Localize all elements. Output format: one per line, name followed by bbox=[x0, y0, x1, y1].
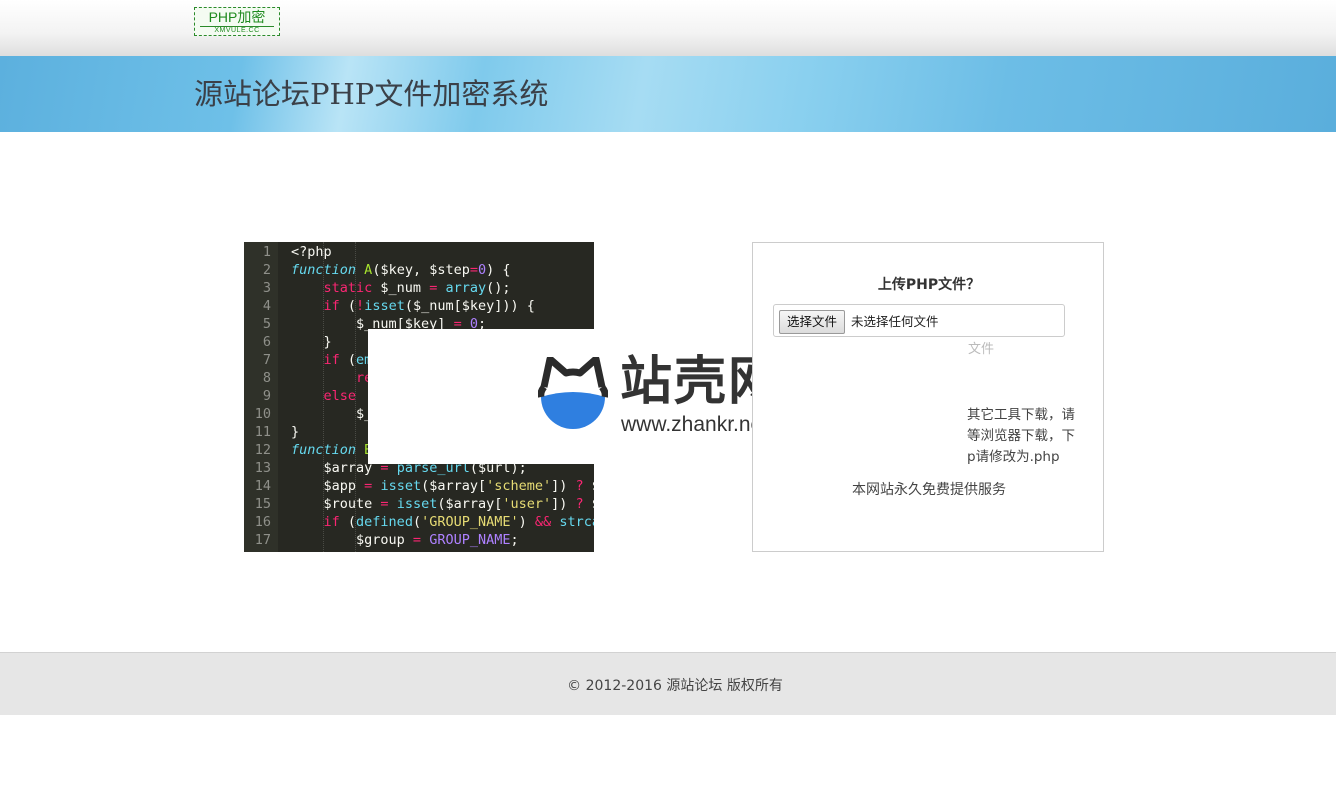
file-status-text: 未选择任何文件 bbox=[851, 314, 939, 329]
line-number: 17 bbox=[254, 532, 271, 548]
code-line: } bbox=[291, 334, 332, 350]
title-banner: 源站论坛PHP文件加密系统 bbox=[0, 56, 1336, 132]
line-number: 9 bbox=[262, 388, 271, 404]
line-number: 6 bbox=[262, 334, 271, 350]
logo-subtext: XMVULE.CC bbox=[200, 26, 274, 36]
line-number: 11 bbox=[254, 424, 271, 440]
watermark-url: www.zhankr.net bbox=[621, 413, 769, 436]
line-number: 12 bbox=[254, 442, 271, 458]
code-line: if (!isset($_num[$key])) { bbox=[323, 298, 535, 314]
line-number: 2 bbox=[262, 262, 271, 278]
note-line: p请修改为.php bbox=[967, 449, 1060, 465]
code-line: <?php bbox=[291, 244, 332, 260]
line-number: 15 bbox=[254, 496, 271, 512]
line-number: 13 bbox=[254, 460, 271, 476]
code-line: $group = GROUP_NAME; bbox=[291, 532, 519, 548]
line-number: 7 bbox=[262, 352, 271, 368]
service-note: 本网站永久免费提供服务 bbox=[852, 482, 1006, 498]
code-line: re bbox=[356, 370, 373, 386]
line-number: 4 bbox=[262, 298, 271, 314]
upload-title: 上传PHP文件？ bbox=[877, 277, 981, 293]
line-number: 16 bbox=[254, 514, 271, 530]
note-line: 等浏览器下载，下 bbox=[967, 428, 1075, 444]
line-number: 14 bbox=[254, 478, 271, 494]
copyright-text: © 2012-2016 源站论坛 版权所有 bbox=[567, 678, 783, 694]
code-line: $_ bbox=[291, 406, 373, 422]
code-line: if (em bbox=[323, 352, 373, 368]
upload-hint: 文件 bbox=[968, 342, 995, 357]
code-line: else bbox=[323, 388, 357, 404]
page-title: 源站论坛PHP文件加密系统 bbox=[194, 77, 549, 111]
footer: © 2012-2016 源站论坛 版权所有 bbox=[0, 652, 1336, 715]
top-bar: PHP加密 XMVULE.CC bbox=[0, 0, 1336, 56]
code-line: function B bbox=[291, 442, 372, 458]
logo-text: PHP加密 bbox=[208, 9, 266, 25]
line-number: 10 bbox=[254, 406, 271, 422]
line-number: 1 bbox=[262, 244, 271, 260]
choose-file-button[interactable]: 选择文件 bbox=[779, 310, 846, 334]
code-line: $route = isset($array['user']) ? $ bbox=[291, 496, 595, 512]
code-line: function A($key, $step=0) { bbox=[291, 262, 511, 278]
code-line: if (defined('GROUP_NAME') && strca bbox=[323, 514, 594, 530]
line-number: 5 bbox=[262, 316, 271, 332]
site-logo[interactable]: PHP加密 XMVULE.CC bbox=[194, 7, 280, 36]
code-line: static $_num = array(); bbox=[323, 280, 511, 296]
cat-logo-icon bbox=[538, 357, 608, 429]
line-number: 8 bbox=[262, 370, 271, 386]
file-input[interactable]: 选择文件 未选择任何文件 bbox=[773, 304, 1065, 337]
code-line: } bbox=[291, 424, 300, 440]
line-number: 3 bbox=[262, 280, 271, 296]
note-line: 其它工具下载，请 bbox=[967, 407, 1075, 423]
upload-panel: 上传PHP文件？ 选择文件 未选择任何文件 文件 其它工具下载，请 等浏览器下载… bbox=[752, 242, 1104, 552]
code-line: $app = isset($array['scheme']) ? $ bbox=[291, 478, 595, 494]
